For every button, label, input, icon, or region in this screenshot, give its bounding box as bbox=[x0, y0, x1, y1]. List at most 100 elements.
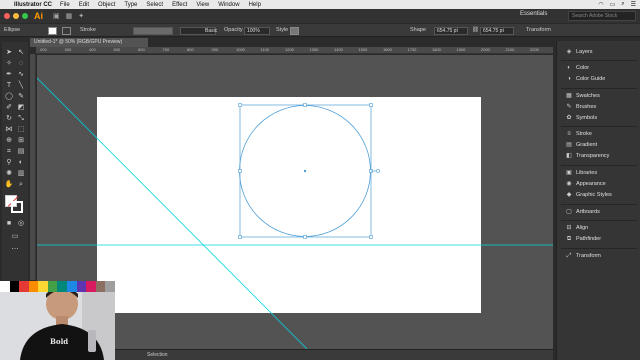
panel-artboards[interactable]: ▢ Artboards bbox=[557, 207, 640, 217]
panel-gradient[interactable]: ▤ Gradient bbox=[557, 140, 640, 150]
panel-graphic-styles[interactable]: ◆ Graphic Styles bbox=[557, 190, 640, 200]
opacity-field[interactable]: 100% bbox=[244, 27, 270, 35]
app-name-menu[interactable]: Illustrator CC bbox=[14, 2, 52, 8]
bridge-icon[interactable]: ▣ bbox=[53, 12, 60, 20]
swatch-blue[interactable] bbox=[67, 281, 77, 292]
menu-view[interactable]: View bbox=[196, 2, 209, 8]
curvature-tool-icon[interactable]: ∿ bbox=[16, 70, 26, 79]
mesh-tool-icon[interactable]: ⌗ bbox=[4, 147, 14, 156]
swatch-black[interactable] bbox=[9, 281, 20, 292]
swatch-gray[interactable] bbox=[105, 281, 115, 292]
handle-top-left[interactable] bbox=[238, 103, 242, 107]
arrange-documents-icon[interactable]: ▦ bbox=[66, 12, 73, 20]
shape-height-field[interactable]: 654.75 pt bbox=[480, 27, 514, 35]
handle-bottom-right[interactable] bbox=[369, 235, 373, 239]
shape-builder-tool-icon[interactable]: ⊕ bbox=[4, 136, 14, 145]
battery-icon[interactable]: ▭ bbox=[610, 1, 616, 8]
search-spotlight-icon[interactable]: ⌕ bbox=[621, 1, 624, 8]
swatch-white[interactable] bbox=[0, 281, 10, 292]
vertical-ruler[interactable] bbox=[30, 54, 36, 280]
line-tool-icon[interactable]: ╲ bbox=[16, 81, 26, 90]
stroke-swatch[interactable] bbox=[62, 27, 71, 35]
rotate-tool-icon[interactable]: ↻ bbox=[4, 114, 14, 123]
lasso-tool-icon[interactable]: ◌ bbox=[16, 59, 26, 68]
menu-select[interactable]: Select bbox=[146, 2, 163, 8]
menu-edit[interactable]: Edit bbox=[79, 2, 89, 8]
scale-tool-icon[interactable]: ⤡ bbox=[16, 114, 26, 123]
workspace-switcher[interactable]: Essentials bbox=[520, 11, 547, 17]
panel-color-guide[interactable]: ◑ Color Guide bbox=[557, 74, 640, 84]
color-mode-icon[interactable]: ■ bbox=[4, 219, 14, 228]
blend-tool-icon[interactable]: ◐ bbox=[16, 158, 26, 167]
transform-label[interactable]: Transform bbox=[526, 27, 551, 33]
shaper-tool-icon[interactable]: ✐ bbox=[4, 103, 14, 112]
gpu-performance-icon[interactable]: ✦ bbox=[78, 12, 84, 20]
panel-transform[interactable]: ⤢ Transform bbox=[557, 251, 640, 261]
menu-help[interactable]: Help bbox=[249, 2, 261, 8]
stroke-color-box[interactable] bbox=[11, 201, 23, 213]
draw-mode-icon[interactable]: ◎ bbox=[16, 219, 26, 228]
menu-object[interactable]: Object bbox=[98, 2, 115, 8]
minimize-window-button[interactable] bbox=[13, 13, 19, 19]
swatch-orange[interactable] bbox=[28, 281, 39, 292]
brush-definition-field[interactable]: Basic bbox=[180, 27, 217, 35]
handle-top-center[interactable] bbox=[303, 103, 307, 107]
eraser-tool-icon[interactable]: ◩ bbox=[16, 103, 26, 112]
pie-widget-handle[interactable] bbox=[376, 169, 380, 173]
menu-window[interactable]: Window bbox=[218, 2, 239, 8]
panel-transparency[interactable]: ◧ Transparency bbox=[557, 151, 640, 161]
width-tool-icon[interactable]: ⋈ bbox=[4, 125, 14, 134]
graph-tool-icon[interactable]: ▥ bbox=[16, 169, 26, 178]
magic-wand-tool-icon[interactable]: ✧ bbox=[4, 59, 14, 68]
swatch-purple[interactable] bbox=[76, 281, 87, 292]
panel-appearance[interactable]: ◉ Appearance bbox=[557, 179, 640, 189]
handle-bottom-left[interactable] bbox=[238, 235, 242, 239]
swatch-green[interactable] bbox=[47, 281, 58, 292]
paintbrush-tool-icon[interactable]: ✎ bbox=[16, 92, 26, 101]
symbol-sprayer-tool-icon[interactable]: ✺ bbox=[4, 169, 14, 178]
panel-align[interactable]: ⊟ Align bbox=[557, 223, 640, 233]
notification-icon[interactable]: ☰ bbox=[631, 1, 636, 8]
ellipse-center-point[interactable] bbox=[303, 169, 307, 173]
wifi-icon[interactable]: ◠ bbox=[598, 1, 603, 8]
panel-brushes[interactable]: ✎ Brushes bbox=[557, 102, 640, 112]
screen-mode-icon[interactable]: ▭ bbox=[10, 232, 20, 241]
handle-middle-left[interactable] bbox=[238, 169, 242, 173]
graphic-style-swatch[interactable] bbox=[290, 27, 299, 35]
status-tool-name[interactable]: Selection bbox=[147, 352, 168, 358]
zoom-window-button[interactable] bbox=[22, 13, 28, 19]
swatch-yellow[interactable] bbox=[38, 281, 48, 292]
menu-file[interactable]: File bbox=[60, 2, 70, 8]
panel-pathfinder[interactable]: ⧉ Pathfinder bbox=[557, 234, 640, 244]
handle-top-right[interactable] bbox=[369, 103, 373, 107]
gradient-tool-icon[interactable]: ▤ bbox=[16, 147, 26, 156]
hand-tool-icon[interactable]: ✋ bbox=[4, 180, 14, 189]
panel-layers[interactable]: ◈ Layers bbox=[557, 47, 640, 57]
perspective-grid-tool-icon[interactable]: ⊞ bbox=[16, 136, 26, 145]
menu-type[interactable]: Type bbox=[124, 2, 137, 8]
stroke-weight-field[interactable] bbox=[133, 27, 173, 35]
ellipse-tool-icon[interactable]: ◯ bbox=[4, 92, 14, 101]
stock-search-input[interactable]: Search Adobe Stock bbox=[568, 11, 636, 21]
type-tool-icon[interactable]: T bbox=[4, 81, 14, 90]
swatch-red[interactable] bbox=[19, 281, 29, 292]
edit-toolbar-icon[interactable]: ⋯ bbox=[10, 245, 20, 254]
swatch-magenta[interactable] bbox=[86, 281, 96, 292]
horizontal-ruler[interactable]: 200 300 400 500 600 700 800 900 1000 1100 1200 1300… bbox=[36, 47, 553, 54]
selection-tool-icon[interactable]: ➤ bbox=[4, 48, 14, 57]
panel-stroke[interactable]: ≡ Stroke bbox=[557, 129, 640, 139]
swatch-brown[interactable] bbox=[95, 281, 106, 292]
close-window-button[interactable] bbox=[4, 13, 10, 19]
zoom-tool-icon[interactable]: ⌕ bbox=[16, 180, 26, 189]
handle-bottom-center[interactable] bbox=[303, 235, 307, 239]
pen-tool-icon[interactable]: ✒ bbox=[4, 70, 14, 79]
panel-swatches[interactable]: ▦ Swatches bbox=[557, 91, 640, 101]
link-proportions-icon[interactable]: ⛓ bbox=[472, 27, 479, 33]
swatch-teal[interactable] bbox=[57, 281, 68, 292]
menu-effect[interactable]: Effect bbox=[172, 2, 187, 8]
fill-swatch[interactable] bbox=[48, 27, 57, 35]
direct-selection-tool-icon[interactable]: ↖ bbox=[16, 48, 26, 57]
eyedropper-tool-icon[interactable]: ⚲ bbox=[4, 158, 14, 167]
free-transform-tool-icon[interactable]: ⬚ bbox=[16, 125, 26, 134]
panel-color[interactable]: ◐ Color bbox=[557, 63, 640, 73]
